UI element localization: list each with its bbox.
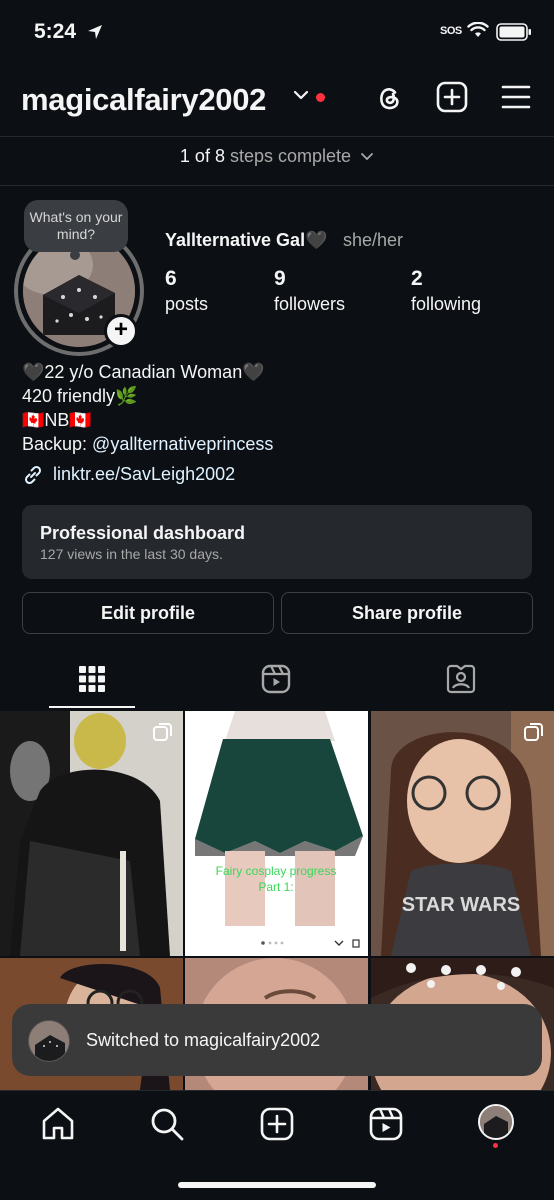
tab-reels[interactable] (185, 660, 369, 708)
profile-header: magicalfairy2002 (0, 62, 554, 136)
tab-grid[interactable] (0, 660, 184, 708)
chevron-down-icon[interactable] (293, 89, 309, 101)
active-tab-indicator (49, 706, 135, 708)
following-label[interactable]: following (411, 294, 481, 315)
status-bar: 5:24 SOS (0, 0, 554, 62)
display-name: Yallternative Gal🖤 (165, 230, 328, 250)
notification-dot (493, 1143, 498, 1148)
link-icon (24, 465, 42, 485)
bio-backup: Backup: @yallternativeprincess (22, 434, 273, 455)
status-sos: SOS (440, 25, 462, 37)
backup-mention-link[interactable]: @yallternativeprincess (92, 434, 273, 454)
steps-label: steps complete (229, 146, 352, 166)
steps-progress: 1 of 8 (179, 146, 225, 166)
add-story-button[interactable]: + (104, 314, 138, 348)
account-switcher-username[interactable]: magicalfairy2002 (21, 82, 266, 118)
wifi-icon (467, 22, 489, 37)
status-time: 5:24 (34, 20, 77, 43)
carousel-icon (153, 723, 172, 741)
toast-avatar (28, 1020, 70, 1062)
tab-tagged[interactable] (370, 660, 554, 708)
carousel-icon (524, 723, 543, 741)
chevron-down-icon (361, 153, 373, 161)
pronouns: she/her (343, 230, 404, 250)
profile-tab-avatar[interactable] (478, 1104, 514, 1140)
reels-icon (261, 664, 291, 694)
edit-profile-button[interactable]: Edit profile (22, 592, 274, 634)
note-bubble[interactable]: What's on your mind? (24, 200, 128, 252)
posts-count[interactable]: 6 (165, 267, 177, 291)
onboarding-steps[interactable]: 1 of 8 steps complete (0, 146, 554, 167)
dashboard-title: Professional dashboard (40, 523, 246, 543)
following-count[interactable]: 2 (411, 267, 423, 291)
notification-dot (316, 93, 325, 102)
professional-dashboard[interactable]: Professional dashboard 127 views in the … (22, 505, 532, 579)
bio-line: 🖤22 y/o Canadian Woman🖤 (22, 362, 265, 382)
create-post-icon[interactable] (435, 80, 469, 114)
svg-text:Fairy cosplay progress: Fairy cosplay progress (216, 864, 337, 878)
svg-text:Part 1:: Part 1: (258, 880, 293, 894)
home-icon[interactable] (40, 1106, 76, 1142)
search-icon[interactable] (149, 1106, 185, 1142)
bio-backup-prefix: Backup: (22, 434, 93, 454)
reel-icon (336, 722, 358, 744)
home-indicator (178, 1182, 376, 1188)
grid-post[interactable]: STAR WARS (371, 711, 554, 956)
reels-icon[interactable] (368, 1106, 404, 1142)
followers-count[interactable]: 9 (274, 267, 286, 291)
external-link[interactable]: linktr.ee/SavLeigh2002 (53, 464, 235, 485)
posts-label[interactable]: posts (165, 294, 208, 315)
dashboard-subtitle: 127 views in the last 30 days. (40, 546, 223, 562)
menu-icon[interactable] (500, 80, 532, 114)
toast-message: Switched to magicalfairy2002 (86, 1030, 321, 1050)
share-profile-button[interactable]: Share profile (281, 592, 533, 634)
note-bubble-tail (70, 250, 80, 260)
create-icon[interactable] (259, 1106, 295, 1142)
svg-text:STAR WARS: STAR WARS (402, 894, 521, 916)
grid-icon (79, 666, 105, 692)
grid-post[interactable]: Fairy cosplay progress Part 1: (185, 711, 368, 956)
account-switch-toast: Switched to magicalfairy2002 (12, 1004, 542, 1076)
grid-post[interactable] (0, 711, 183, 956)
divider (0, 185, 554, 186)
battery-icon (496, 23, 531, 41)
threads-icon[interactable] (371, 80, 407, 116)
followers-label[interactable]: followers (274, 294, 345, 315)
location-arrow-icon (88, 25, 102, 39)
tagged-icon (446, 664, 476, 694)
bio-line: 420 friendly🌿 (22, 386, 138, 406)
bio-line: 🇨🇦NB🇨🇦 (22, 410, 92, 430)
divider (0, 136, 554, 137)
